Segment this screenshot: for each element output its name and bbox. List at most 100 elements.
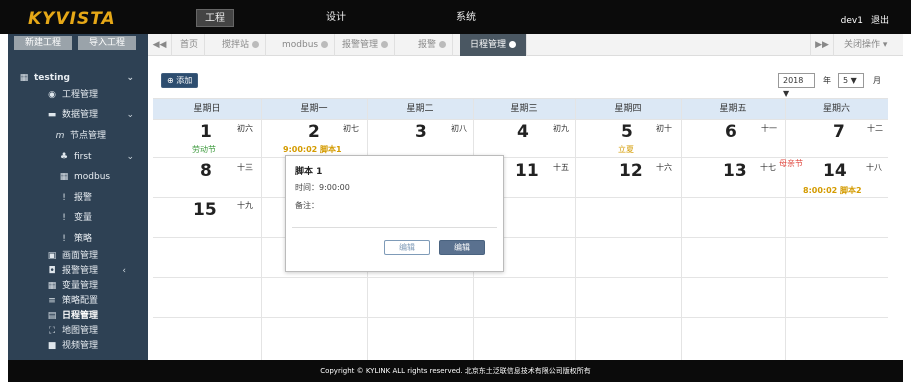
tab-modbus[interactable]: modbus xyxy=(276,34,336,56)
footer-copyright: Copyright © KYLINK ALL rights reserved. … xyxy=(8,360,903,382)
sidebar-item-schedule-mgmt[interactable]: ▤ 日程管理 xyxy=(46,310,148,323)
day-number[interactable]: 15 xyxy=(193,200,217,220)
chevron-down-icon: ⌄ xyxy=(126,110,134,120)
weekday-header: 星期二 xyxy=(367,99,473,119)
lunar-date: 初六 xyxy=(237,124,253,133)
lunar-date: 十三 xyxy=(237,163,253,172)
sidebar-item-node-mgmt[interactable]: m 节点管理 xyxy=(54,130,148,143)
add-button[interactable]: ⊕ 添加 xyxy=(161,73,199,88)
sidebar-item-screen-mgmt[interactable]: ▣ 画面管理 xyxy=(46,250,148,263)
topnav-system[interactable]: 系统 xyxy=(456,9,476,27)
sidebar-item-strategy-config[interactable]: ≡ 策略配置 xyxy=(46,295,148,308)
weekday-header: 星期三 xyxy=(473,99,575,119)
day-number[interactable]: 4 xyxy=(517,122,529,142)
schedule-event[interactable]: 9:00:02 脚本1 xyxy=(283,144,342,155)
edit-button[interactable]: 编辑 xyxy=(384,240,430,255)
sidebar-project-testing[interactable]: ▦ testing ⌄ xyxy=(18,72,148,85)
day-number[interactable]: 12 xyxy=(619,161,643,181)
exclamation-icon: ! xyxy=(62,213,66,223)
sidebar-item-alarm-mgmt[interactable]: ◘ 报警管理 ‹ xyxy=(46,265,148,278)
sidebar-item-modbus[interactable]: ▦ modbus xyxy=(58,171,148,184)
sidebar-item-map-mgmt[interactable]: ⛶ 地图管理 xyxy=(46,325,148,338)
weekday-header: 星期四 xyxy=(575,99,681,119)
sidebar-item-alarm[interactable]: ! 报警 xyxy=(58,192,148,205)
tabs-scroll-left-icon[interactable]: ◀◀ xyxy=(148,34,172,56)
tab-alarm[interactable]: 报警 xyxy=(412,34,454,56)
lunar-date: 十七 xyxy=(760,163,776,172)
day-number[interactable]: 8 xyxy=(200,161,212,181)
festival-label: 立夏 xyxy=(618,145,634,154)
exclamation-icon: ! xyxy=(62,234,66,244)
weekday-header: 星期六 xyxy=(785,99,888,119)
close-operations-dropdown[interactable]: 关闭操作 ▾ xyxy=(838,34,893,56)
lunar-date: 十二 xyxy=(867,124,883,133)
calendar-icon: ▤ xyxy=(47,311,57,321)
sidebar-item-variable-mgmt[interactable]: ▦ 变量管理 xyxy=(46,280,148,293)
sidebar-item-video-mgmt[interactable]: ■ 视频管理 xyxy=(46,340,148,353)
month-select[interactable]: 5 ▼ xyxy=(838,73,864,88)
day-number[interactable]: 14 xyxy=(823,161,847,181)
day-number[interactable]: 3 xyxy=(415,122,427,142)
grid-icon: ▦ xyxy=(59,172,69,182)
tab-bar: ◀◀ 首页 搅拌站 modbus 报警管理 报警 日程管理 ▶▶ 关闭操作 ▾ xyxy=(148,34,903,56)
tab-alarm-mgmt[interactable]: 报警管理 xyxy=(336,34,396,56)
topnav-project[interactable]: 工程 xyxy=(196,9,234,27)
day-number[interactable]: 2 xyxy=(308,122,320,142)
close-icon[interactable] xyxy=(321,41,329,48)
lunar-date: 初九 xyxy=(553,124,569,133)
festival-label: 母亲节 xyxy=(779,159,803,168)
tab-mixing-station[interactable]: 搅拌站 xyxy=(216,34,267,56)
day-number[interactable]: 13 xyxy=(723,161,747,181)
year-label: 年 xyxy=(823,76,831,85)
topnav-design[interactable]: 设计 xyxy=(326,9,346,27)
new-project-button[interactable]: 新建工程 xyxy=(14,36,72,50)
schedule-event[interactable]: 8:00:02 脚本2 xyxy=(803,185,862,196)
sidebar-item-variable[interactable]: ! 变量 xyxy=(58,212,148,225)
year-select[interactable]: 2018 ▼ xyxy=(778,73,815,98)
close-icon[interactable] xyxy=(381,41,389,48)
sidebar-item-project-mgmt[interactable]: ◉ 工程管理 xyxy=(46,89,148,102)
edit-primary-button[interactable]: 编辑 xyxy=(439,240,485,255)
sidebar-item-first[interactable]: ♣ first ⌄ xyxy=(58,151,148,164)
sitemap-icon: ♣ xyxy=(59,152,69,162)
day-number[interactable]: 1 xyxy=(200,122,212,142)
event-detail-popup: 脚本 1 时间：9:00:00 备注： 编辑 编辑 xyxy=(285,155,504,272)
popup-note: 备注： xyxy=(295,201,319,210)
grid-line xyxy=(153,119,888,120)
video-icon: ■ xyxy=(47,341,57,351)
close-icon[interactable] xyxy=(509,41,517,48)
sidebar-item-data-mgmt[interactable]: ▬ 数据管理 ⌄ xyxy=(46,109,148,122)
day-number[interactable]: 7 xyxy=(833,122,845,142)
logout-link[interactable]: 退出 xyxy=(871,16,889,26)
day-number[interactable]: 11 xyxy=(515,161,539,181)
lunar-date: 初十 xyxy=(656,124,672,133)
plus-circle-icon: ⊕ xyxy=(167,76,177,85)
tab-home[interactable]: 首页 xyxy=(174,34,206,56)
day-number[interactable]: 6 xyxy=(725,122,737,142)
brand-logo: KYVISTA xyxy=(28,9,116,29)
grid-line xyxy=(575,99,576,360)
close-icon[interactable] xyxy=(252,41,260,48)
weekday-header: 星期日 xyxy=(153,99,261,119)
list-icon: ≡ xyxy=(48,296,56,306)
exclamation-icon: ! xyxy=(62,193,66,203)
grid-line xyxy=(153,317,888,318)
lunar-date: 十九 xyxy=(237,201,253,210)
username[interactable]: dev1 xyxy=(841,16,863,26)
grid-line xyxy=(153,157,888,158)
day-number[interactable]: 5 xyxy=(621,122,633,142)
lunar-date: 十五 xyxy=(553,163,569,172)
tab-schedule-mgmt[interactable]: 日程管理 xyxy=(460,34,528,56)
import-project-button[interactable]: 导入工程 xyxy=(78,36,136,50)
grid-icon: ▦ xyxy=(47,281,57,291)
tabs-scroll-right-icon[interactable]: ▶▶ xyxy=(810,34,834,56)
lunar-date: 十一 xyxy=(761,124,777,133)
lunar-date: 初七 xyxy=(343,124,359,133)
main-content: ⊕ 添加 2018 ▼ 年 5 ▼ 月 星期日 星期一 星期二 星期三 星期四 … xyxy=(148,56,903,360)
chevron-left-icon: ‹ xyxy=(122,266,126,276)
alarm-icon: ◘ xyxy=(48,266,56,276)
eye-icon: ◉ xyxy=(48,90,56,100)
map-icon: ⛶ xyxy=(48,326,56,336)
close-icon[interactable] xyxy=(439,41,447,48)
sidebar-item-strategy[interactable]: ! 策略 xyxy=(58,233,148,246)
